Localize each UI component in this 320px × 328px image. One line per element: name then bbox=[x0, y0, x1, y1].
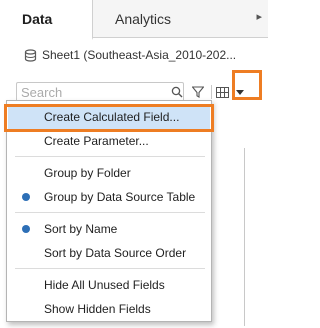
menu-item-label: Hide All Unused Fields bbox=[44, 278, 165, 292]
field-list-divider bbox=[244, 148, 245, 326]
menu-item-sort-by-name[interactable]: Sort by Name bbox=[8, 217, 210, 241]
tab-data-label: Data bbox=[22, 11, 53, 27]
tab-analytics-label: Analytics bbox=[115, 11, 172, 27]
field-list-background bbox=[214, 108, 268, 328]
search-input[interactable] bbox=[16, 82, 184, 102]
search-icon bbox=[171, 86, 183, 98]
menu-item-group-by-data-source-table[interactable]: Group by Data Source Table bbox=[8, 185, 210, 209]
menu-item-sort-by-data-source-order[interactable]: Sort by Data Source Order bbox=[8, 241, 210, 265]
menu-separator bbox=[15, 268, 205, 269]
menu-item-label: Sort by Name bbox=[44, 222, 118, 236]
radio-selected-icon bbox=[22, 225, 30, 233]
radio-selected-icon bbox=[22, 193, 30, 201]
menu-separator bbox=[15, 156, 205, 157]
toolbar-divider bbox=[211, 85, 212, 99]
database-icon bbox=[24, 49, 37, 62]
side-pane-tabs: Data Analytics ▸ bbox=[0, 0, 268, 40]
menu-item-create-parameter[interactable]: Create Parameter... bbox=[8, 129, 210, 153]
menu-item-label: Group by Data Source Table bbox=[44, 190, 196, 204]
tab-analytics[interactable]: Analytics ▸ bbox=[93, 0, 268, 38]
chevron-right-icon[interactable]: ▸ bbox=[256, 10, 262, 23]
menu-item-label: Sort by Data Source Order bbox=[44, 246, 187, 260]
menu-item-group-by-folder[interactable]: Group by Folder bbox=[8, 161, 210, 185]
data-pane-menu: Create Calculated Field... Create Parame… bbox=[6, 100, 212, 322]
datasource-item[interactable]: Sheet1 (Southeast-Asia_2010-202... bbox=[0, 38, 268, 72]
grid-view-icon[interactable] bbox=[216, 87, 229, 98]
dropdown-button-highlight bbox=[232, 70, 262, 100]
menu-item-hide-all-unused-fields[interactable]: Hide All Unused Fields bbox=[8, 273, 210, 297]
menu-item-show-hidden-fields[interactable]: Show Hidden Fields bbox=[8, 297, 210, 321]
tab-data[interactable]: Data bbox=[0, 0, 93, 40]
menu-item-highlight bbox=[4, 104, 214, 132]
menu-separator bbox=[15, 212, 205, 213]
menu-item-label: Create Parameter... bbox=[44, 134, 149, 148]
datasource-label: Sheet1 (Southeast-Asia_2010-202... bbox=[42, 48, 237, 62]
filter-icon[interactable] bbox=[192, 86, 204, 98]
menu-item-label: Group by Folder bbox=[44, 166, 131, 180]
menu-item-label: Show Hidden Fields bbox=[44, 302, 151, 316]
